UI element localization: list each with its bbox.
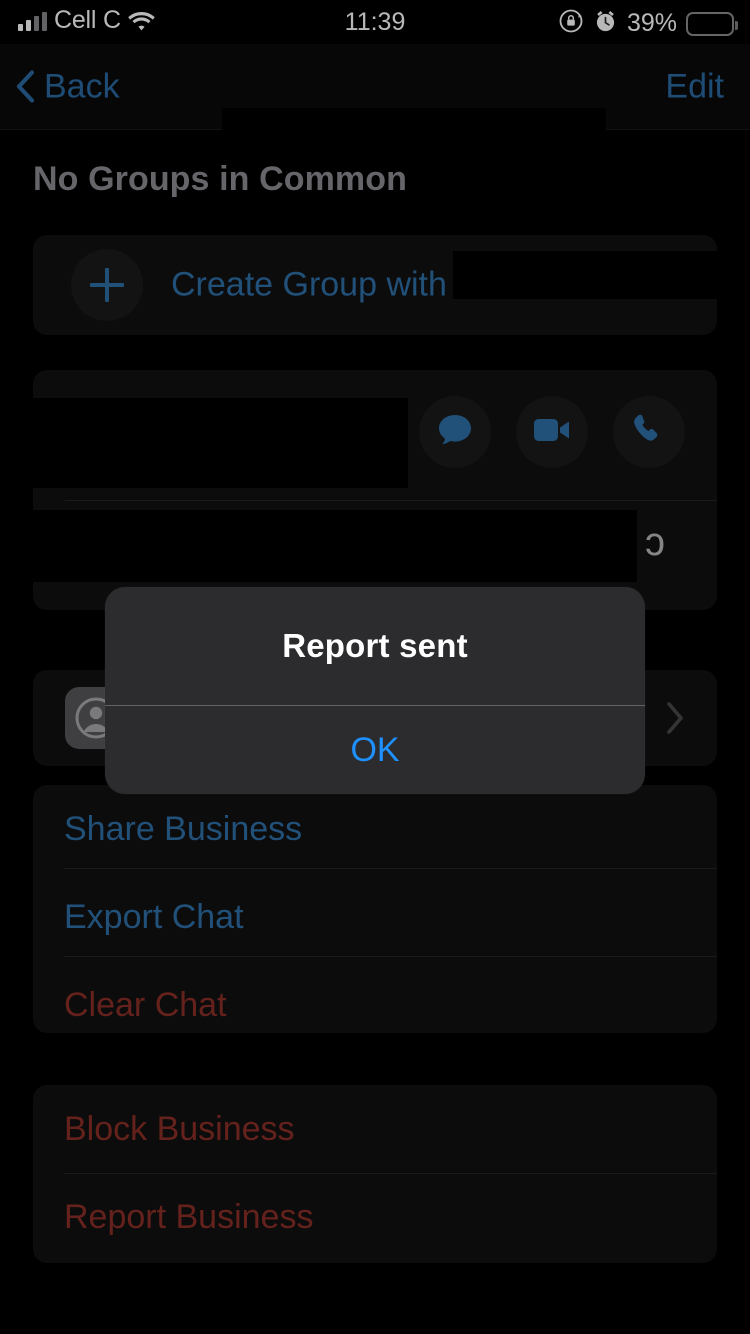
alert-title: Report sent [282,627,468,664]
alert-ok-button[interactable]: OK [105,706,645,794]
report-sent-alert: Report sent OK [105,587,645,794]
phone-screen: Cell C 11:39 39% Back Edit No Groups in … [0,0,750,1334]
